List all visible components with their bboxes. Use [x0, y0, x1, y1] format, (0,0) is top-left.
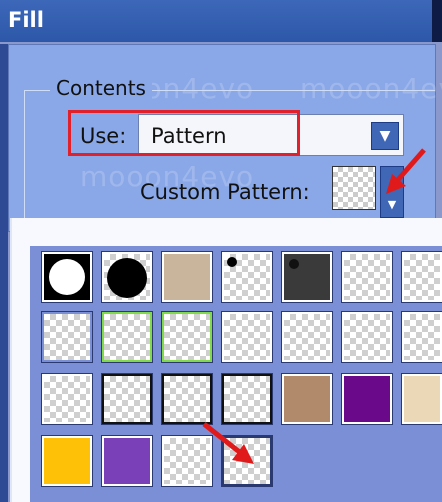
- custom-pattern-swatch[interactable]: [332, 166, 376, 210]
- pattern-swatch[interactable]: [342, 374, 392, 424]
- left-border: [0, 44, 8, 502]
- pattern-swatch[interactable]: [402, 374, 442, 424]
- title-bar: Fill: [0, 0, 442, 42]
- pattern-swatch[interactable]: [42, 374, 92, 424]
- pattern-swatch[interactable]: [162, 252, 212, 302]
- highlight-box: [68, 110, 300, 156]
- chevron-down-icon[interactable]: ▼: [371, 122, 399, 150]
- pattern-swatch[interactable]: [42, 312, 92, 362]
- chevron-down-icon: ▼: [387, 198, 397, 211]
- pattern-swatch[interactable]: [42, 252, 92, 302]
- pattern-swatch[interactable]: [282, 374, 332, 424]
- red-arrow-icon: [386, 148, 426, 194]
- fill-dialog: Fill mooon4evo mooon4evo mooon4evo Conte…: [0, 0, 442, 502]
- pattern-swatch[interactable]: [162, 374, 212, 424]
- pattern-swatch[interactable]: [342, 312, 392, 362]
- pattern-swatch[interactable]: [222, 312, 272, 362]
- pattern-swatch[interactable]: [282, 252, 332, 302]
- contents-legend: Contents: [50, 76, 152, 100]
- window-title: Fill: [8, 8, 44, 32]
- red-arrow-icon: [202, 422, 254, 464]
- pattern-swatch[interactable]: [282, 312, 332, 362]
- pattern-swatch[interactable]: [342, 252, 392, 302]
- pattern-swatch[interactable]: [402, 252, 442, 302]
- pattern-swatch[interactable]: [402, 312, 442, 362]
- title-edge: [432, 0, 442, 42]
- pattern-swatch[interactable]: [102, 312, 152, 362]
- pattern-swatch[interactable]: [102, 436, 152, 486]
- pattern-swatch[interactable]: [162, 312, 212, 362]
- pattern-swatch[interactable]: [102, 252, 152, 302]
- custom-pattern-label: Custom Pattern:: [140, 180, 310, 204]
- pattern-swatch[interactable]: [222, 374, 272, 424]
- pattern-swatch[interactable]: [102, 374, 152, 424]
- pattern-swatch[interactable]: [222, 252, 272, 302]
- pattern-swatch[interactable]: [42, 436, 92, 486]
